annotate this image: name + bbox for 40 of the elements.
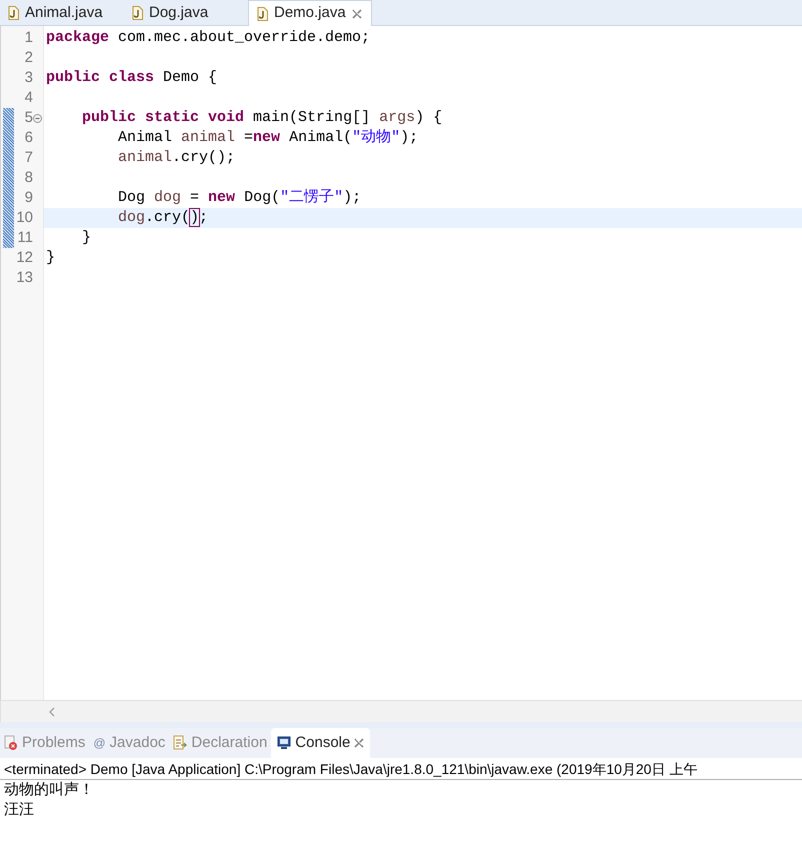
- line-number: 4: [24, 88, 33, 108]
- editor-tab[interactable]: Animal.java: [0, 0, 124, 26]
- code-line: Animal animal =new Animal("动物");: [118, 129, 418, 146]
- line-number: 5: [24, 108, 33, 128]
- code-line: public static void main(String[] args) {: [82, 109, 442, 126]
- code-line: package com.mec.about_override.demo;: [46, 29, 370, 46]
- close-icon[interactable]: [354, 738, 364, 748]
- java-file-icon: [257, 6, 268, 20]
- at-sign-icon: @: [93, 734, 106, 752]
- line-number: 1: [24, 28, 33, 48]
- scroll-left-icon[interactable]: [48, 706, 55, 716]
- code-line: }: [46, 249, 56, 266]
- code-line: Dog dog = new Dog("二愣子");: [118, 189, 362, 206]
- monitor-icon: [277, 736, 292, 750]
- code-line: public class Demo {: [46, 69, 218, 86]
- code-line: dog.cry();: [118, 209, 208, 226]
- problems-icon: [4, 735, 18, 751]
- editor-tab[interactable]: Dog.java: [124, 0, 248, 26]
- code-line: animal.cry();: [118, 149, 236, 166]
- line-number: 8: [24, 168, 33, 188]
- line-number: 13: [16, 268, 33, 288]
- close-icon[interactable]: [352, 8, 362, 18]
- console-output-line: 汪汪: [3, 800, 35, 820]
- line-number: 10: [16, 208, 33, 228]
- view-tab[interactable]: Console: [271, 728, 370, 758]
- console-header: <terminated> Demo [Java Application] C:\Program Files\Java\jre1.8.0_121\bin\javaw.exe (2019年10月20日 上午: [0, 758, 802, 780]
- line-number: 12: [16, 248, 33, 268]
- line-number: 6: [24, 128, 33, 148]
- java-file-icon: [8, 6, 19, 20]
- line-number: 3: [24, 68, 33, 88]
- collapse-icon[interactable]: [33, 114, 42, 122]
- java-file-icon: [132, 6, 143, 20]
- console-output-line: 动物的叫声！: [3, 780, 95, 800]
- line-number: 7: [24, 148, 33, 168]
- line-number: 11: [17, 228, 33, 248]
- editor-tab[interactable]: Demo.java: [248, 0, 372, 26]
- code-line: }: [82, 229, 92, 246]
- line-number: 2: [24, 48, 33, 68]
- line-number: 9: [24, 188, 33, 208]
- declaration-icon: [173, 735, 188, 751]
